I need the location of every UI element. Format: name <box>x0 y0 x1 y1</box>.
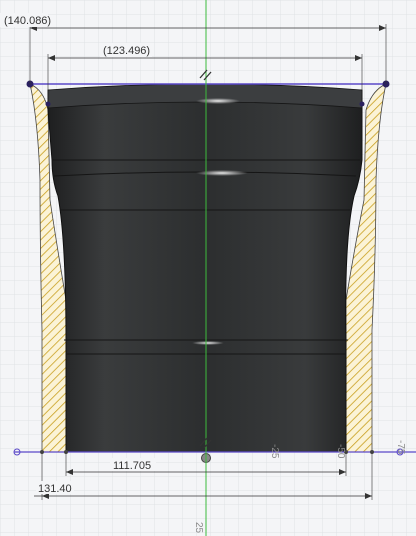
sketch-point[interactable] <box>359 101 365 107</box>
highlight-mid <box>196 170 248 176</box>
dimension-top-outer-label: (140.086) <box>4 15 51 27</box>
highlight-top <box>196 98 240 104</box>
axis-tick-label: 25 <box>193 522 204 534</box>
axis-tick-label: -75 <box>395 440 406 455</box>
part-body[interactable] <box>47 89 363 453</box>
dimension-bottom-inner-label: 111.705 <box>113 460 151 472</box>
highlight-low <box>192 341 224 345</box>
axis-tick-label: -25 <box>269 444 280 459</box>
cad-viewport[interactable]: (140.086) (123.496) 111.705 131.40 -25 -… <box>0 0 416 536</box>
sketch-point[interactable] <box>45 101 51 107</box>
axis-tick-label: -50 <box>335 444 346 459</box>
dimension-bottom-outer-label: 131.40 <box>38 483 72 495</box>
dimension-top-inner-label: (123.496) <box>103 45 150 57</box>
